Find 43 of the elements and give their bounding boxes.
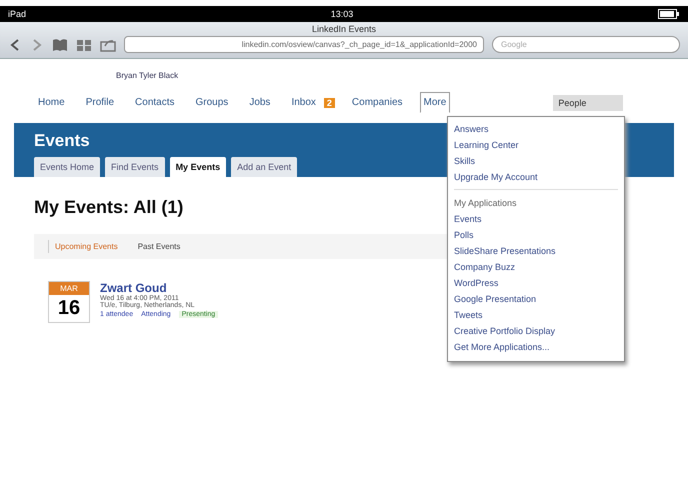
tab[interactable]: Past Events bbox=[132, 240, 186, 253]
tab[interactable]: Add an Event bbox=[231, 157, 298, 177]
month-label: MAR bbox=[49, 282, 89, 295]
tab[interactable]: My Events bbox=[170, 157, 226, 177]
menu-item[interactable]: Answers bbox=[454, 121, 618, 137]
count-badge: 2 bbox=[324, 98, 335, 108]
tab[interactable]: Events Home bbox=[34, 157, 100, 177]
page-title: LinkedIn Events bbox=[310, 24, 378, 34]
member-name[interactable]: Bryan Tyler Black bbox=[34, 59, 688, 80]
event-title[interactable]: Zwart Goud bbox=[100, 281, 218, 295]
menu-item[interactable]: Upgrade My Account bbox=[454, 169, 618, 185]
battery-icon bbox=[658, 9, 680, 19]
nav-link[interactable]: Companies bbox=[348, 92, 407, 113]
menu-item[interactable]: Skills bbox=[454, 153, 618, 169]
nav-link[interactable]: Groups bbox=[192, 92, 232, 113]
menu-heading: My Applications bbox=[454, 189, 618, 211]
menu-item[interactable]: Creative Portfolio Display bbox=[454, 323, 618, 339]
device-name: iPad bbox=[8, 9, 26, 19]
section-title: Events bbox=[34, 131, 90, 151]
menu-item[interactable]: Google Presentation bbox=[454, 291, 618, 307]
nav-link[interactable]: Home bbox=[34, 92, 69, 113]
menu-item[interactable]: SlideShare Presentations bbox=[454, 243, 618, 259]
bookmarks-icon[interactable] bbox=[52, 38, 68, 52]
menu-item[interactable]: Events bbox=[454, 211, 618, 227]
share-icon[interactable] bbox=[100, 38, 116, 52]
page-heading: My Events: All (1) bbox=[34, 197, 184, 218]
nav-link[interactable]: Inbox bbox=[287, 92, 320, 113]
nav-link[interactable]: Profile bbox=[82, 92, 118, 113]
menu-item[interactable]: WordPress bbox=[454, 275, 618, 291]
nav-link[interactable]: Contacts bbox=[131, 92, 179, 113]
menu-item[interactable]: Company Buzz bbox=[454, 259, 618, 275]
nav-link[interactable]: Jobs bbox=[245, 92, 274, 113]
menu-item[interactable]: Tweets bbox=[454, 307, 618, 323]
menu-item[interactable]: Get More Applications... bbox=[454, 339, 618, 355]
nav-link[interactable]: More bbox=[420, 92, 450, 113]
search-field[interactable]: People bbox=[553, 94, 624, 110]
menu-item[interactable]: Polls bbox=[454, 227, 618, 243]
tab[interactable]: Find Events bbox=[105, 157, 165, 177]
clock: 13:03 bbox=[330, 9, 354, 19]
menu-item[interactable]: Learning Center bbox=[454, 137, 618, 153]
address-field[interactable]: linkedin.com/osview/canvas?_ch_page_id=1&_applicationId=2000 bbox=[124, 36, 484, 53]
pages-icon[interactable] bbox=[76, 38, 92, 52]
day-number: 16 bbox=[56, 296, 82, 321]
